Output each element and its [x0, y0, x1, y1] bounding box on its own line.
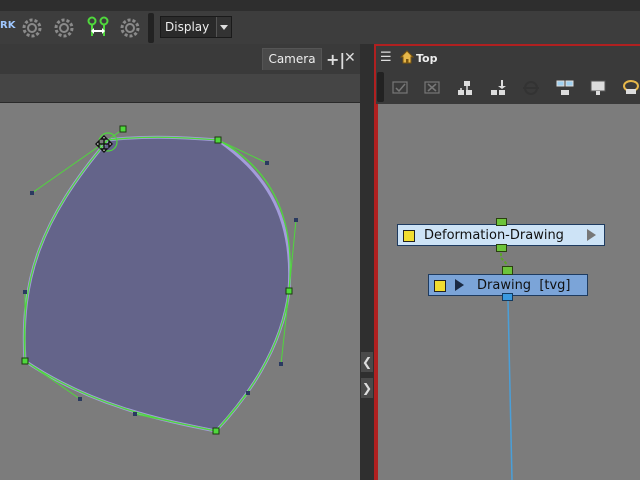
close-icon[interactable]: ✕: [344, 50, 356, 66]
gear-icon[interactable]: [118, 16, 142, 40]
toolbar-separator: [148, 13, 154, 43]
wand-icon[interactable]: [620, 78, 640, 98]
node-deformation-drawing[interactable]: Deformation-Drawing: [397, 224, 605, 246]
display-icon[interactable]: [588, 78, 608, 98]
collapse-left-button[interactable]: ❮: [361, 352, 373, 372]
input-port[interactable]: [502, 266, 513, 275]
toolbar-strip: [0, 0, 640, 11]
node-color-swatch[interactable]: [403, 230, 415, 242]
gear-icon[interactable]: [52, 16, 76, 40]
toolbar-handle[interactable]: [377, 72, 384, 102]
node-label: Deformation-Drawing: [424, 228, 564, 243]
gear-icon[interactable]: [20, 16, 44, 40]
menu-icon[interactable]: ☰: [380, 50, 392, 65]
deformed-shape[interactable]: [22, 135, 292, 433]
active-panel-frame: [376, 44, 640, 46]
pivot-icon[interactable]: [86, 16, 110, 40]
tool-label: RK: [0, 20, 16, 31]
group-icon[interactable]: [555, 78, 575, 98]
output-port[interactable]: [502, 293, 513, 301]
output-port[interactable]: [496, 244, 507, 252]
home-icon[interactable]: [400, 50, 414, 64]
breadcrumb[interactable]: Top: [416, 52, 437, 65]
chevron-down-icon[interactable]: [216, 17, 231, 37]
add-view-icon[interactable]: +|: [326, 50, 345, 69]
disable-icon[interactable]: [422, 78, 442, 98]
add-peg-icon[interactable]: [455, 78, 475, 98]
display-select[interactable]: Display: [160, 16, 232, 38]
expand-right-button[interactable]: ❯: [361, 378, 373, 398]
display-select-value: Display: [165, 20, 210, 34]
focus-icon[interactable]: [521, 78, 541, 98]
peg-down-icon[interactable]: [488, 78, 508, 98]
drawing-canvas[interactable]: [0, 103, 360, 480]
tab-camera[interactable]: Camera: [262, 48, 322, 70]
camera-view-toolbar: [0, 74, 362, 103]
input-port[interactable]: [496, 218, 507, 226]
node-label: Drawing [tvg]: [477, 278, 571, 293]
enable-icon[interactable]: [390, 78, 410, 98]
play-icon[interactable]: [455, 279, 464, 291]
camera-viewport[interactable]: [0, 103, 360, 480]
play-icon[interactable]: [587, 229, 596, 241]
node-color-swatch[interactable]: [434, 280, 446, 292]
